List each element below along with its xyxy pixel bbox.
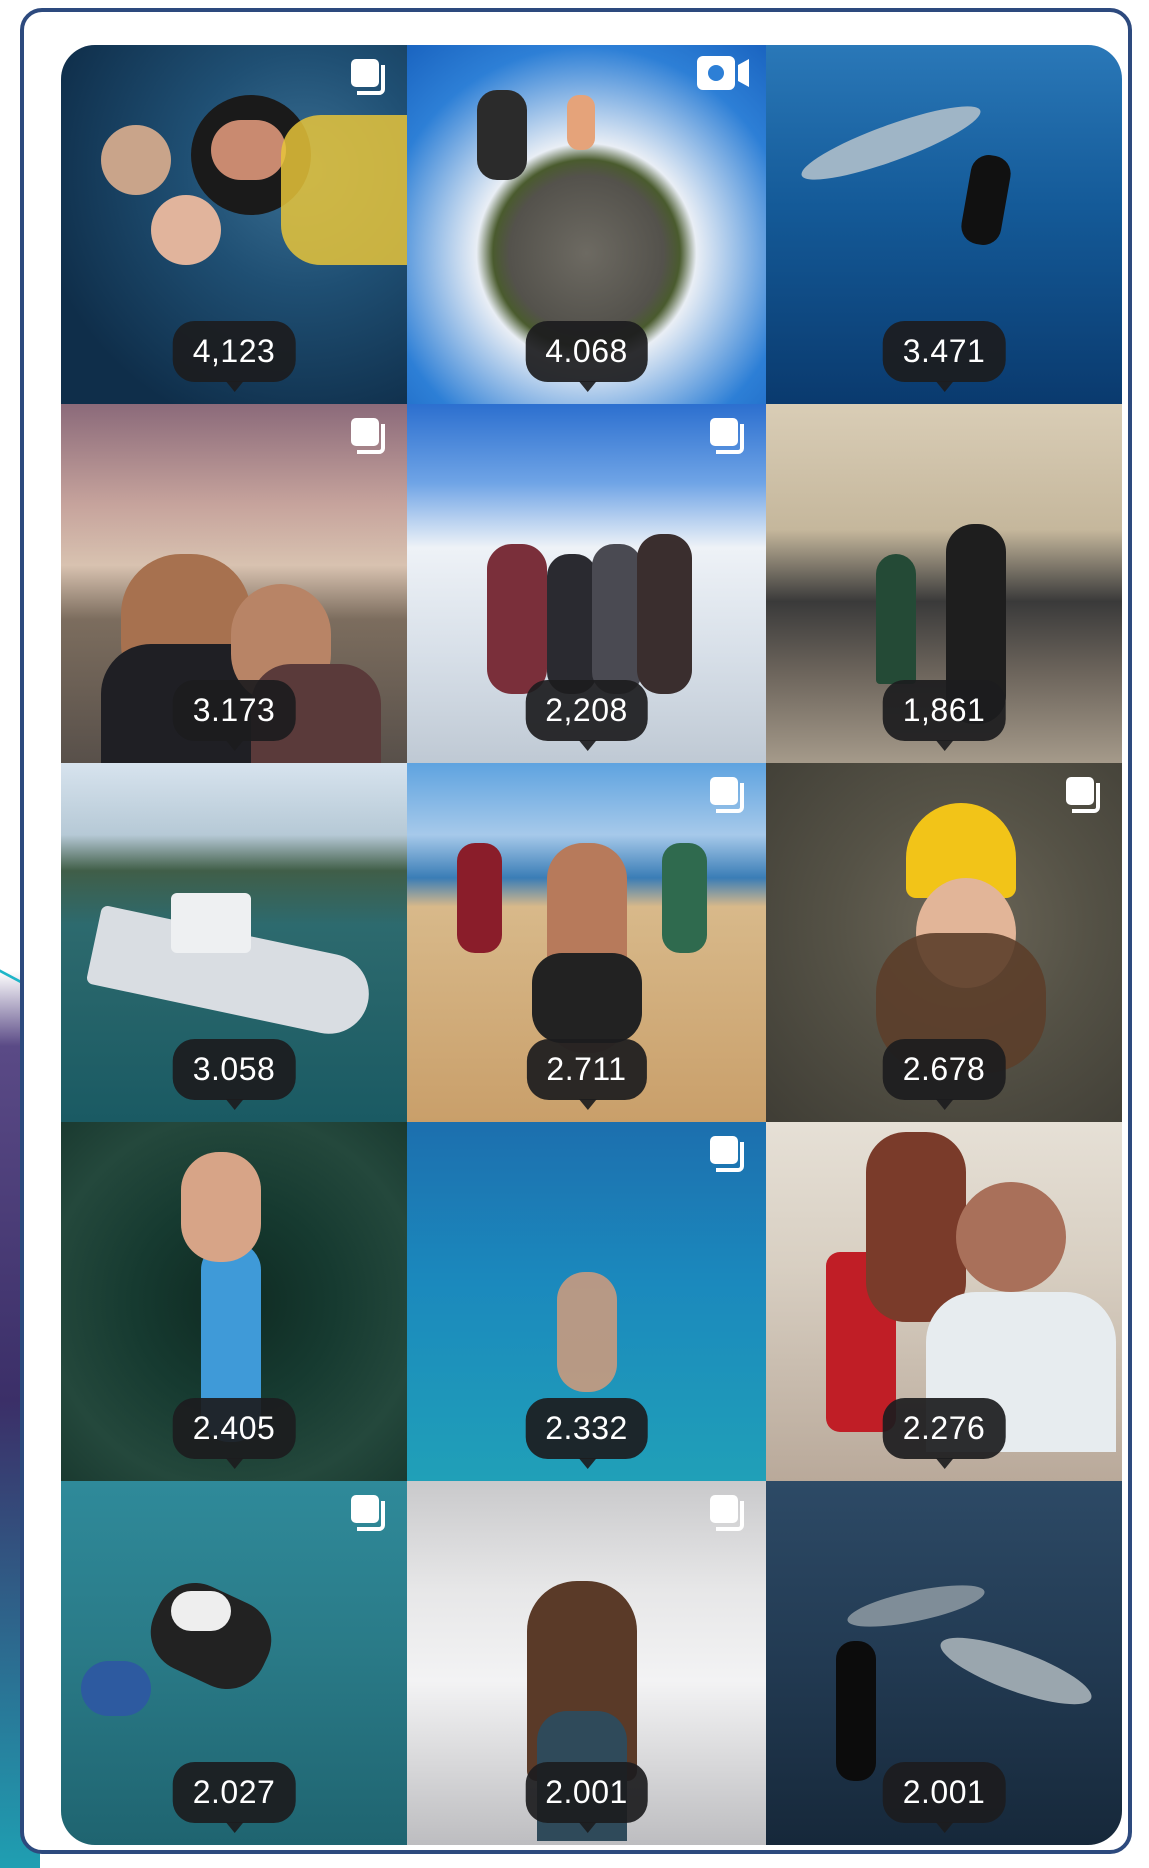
view-count-badge: 2.678 <box>882 1039 1006 1110</box>
post-tile[interactable]: 3.471 <box>766 45 1122 404</box>
carousel-icon <box>710 777 744 813</box>
post-tile[interactable]: 2,208 <box>407 404 766 763</box>
view-count-badge: 3.471 <box>882 321 1006 392</box>
view-count-badge: 2.001 <box>525 1762 648 1833</box>
carousel-icon <box>710 1495 744 1531</box>
view-count-badge: 2.711 <box>526 1039 647 1110</box>
post-tile[interactable]: 2.001 <box>766 1481 1122 1845</box>
video-icon <box>697 56 749 90</box>
post-tile[interactable]: 1,861 <box>766 404 1122 763</box>
post-tile[interactable]: 2.001 <box>407 1481 766 1845</box>
view-count-badge: 4.068 <box>525 321 648 392</box>
carousel-icon <box>710 418 744 454</box>
post-tile[interactable]: 4,123 <box>61 45 407 404</box>
post-tile[interactable]: 2.678 <box>766 763 1122 1122</box>
view-count-badge: 2,208 <box>525 680 648 751</box>
post-tile[interactable]: 2.405 <box>61 1122 407 1481</box>
post-tile[interactable]: 2.711 <box>407 763 766 1122</box>
view-count-badge: 3.173 <box>172 680 296 751</box>
view-count-badge: 2.332 <box>525 1398 648 1469</box>
view-count-badge: 2.276 <box>882 1398 1006 1469</box>
view-count-badge: 2.027 <box>172 1762 296 1833</box>
view-count-badge: 2.405 <box>172 1398 296 1469</box>
post-tile[interactable]: 3.058 <box>61 763 407 1122</box>
phone-frame: 4,123 4.068 3.471 3.173 2,208 1,861 3.05… <box>20 8 1132 1854</box>
view-count-badge: 3.058 <box>172 1039 296 1110</box>
carousel-icon <box>710 1136 744 1172</box>
carousel-icon <box>351 418 385 454</box>
view-count-badge: 1,861 <box>882 680 1006 751</box>
view-count-badge: 4,123 <box>172 321 296 392</box>
post-tile[interactable]: 3.173 <box>61 404 407 763</box>
carousel-icon <box>1066 777 1100 813</box>
post-tile[interactable]: 2.276 <box>766 1122 1122 1481</box>
post-tile[interactable]: 2.332 <box>407 1122 766 1481</box>
post-tile[interactable]: 4.068 <box>407 45 766 404</box>
post-tile[interactable]: 2.027 <box>61 1481 407 1845</box>
post-grid: 4,123 4.068 3.471 3.173 2,208 1,861 3.05… <box>61 45 1122 1845</box>
carousel-icon <box>351 59 385 95</box>
carousel-icon <box>351 1495 385 1531</box>
view-count-badge: 2.001 <box>882 1762 1006 1833</box>
